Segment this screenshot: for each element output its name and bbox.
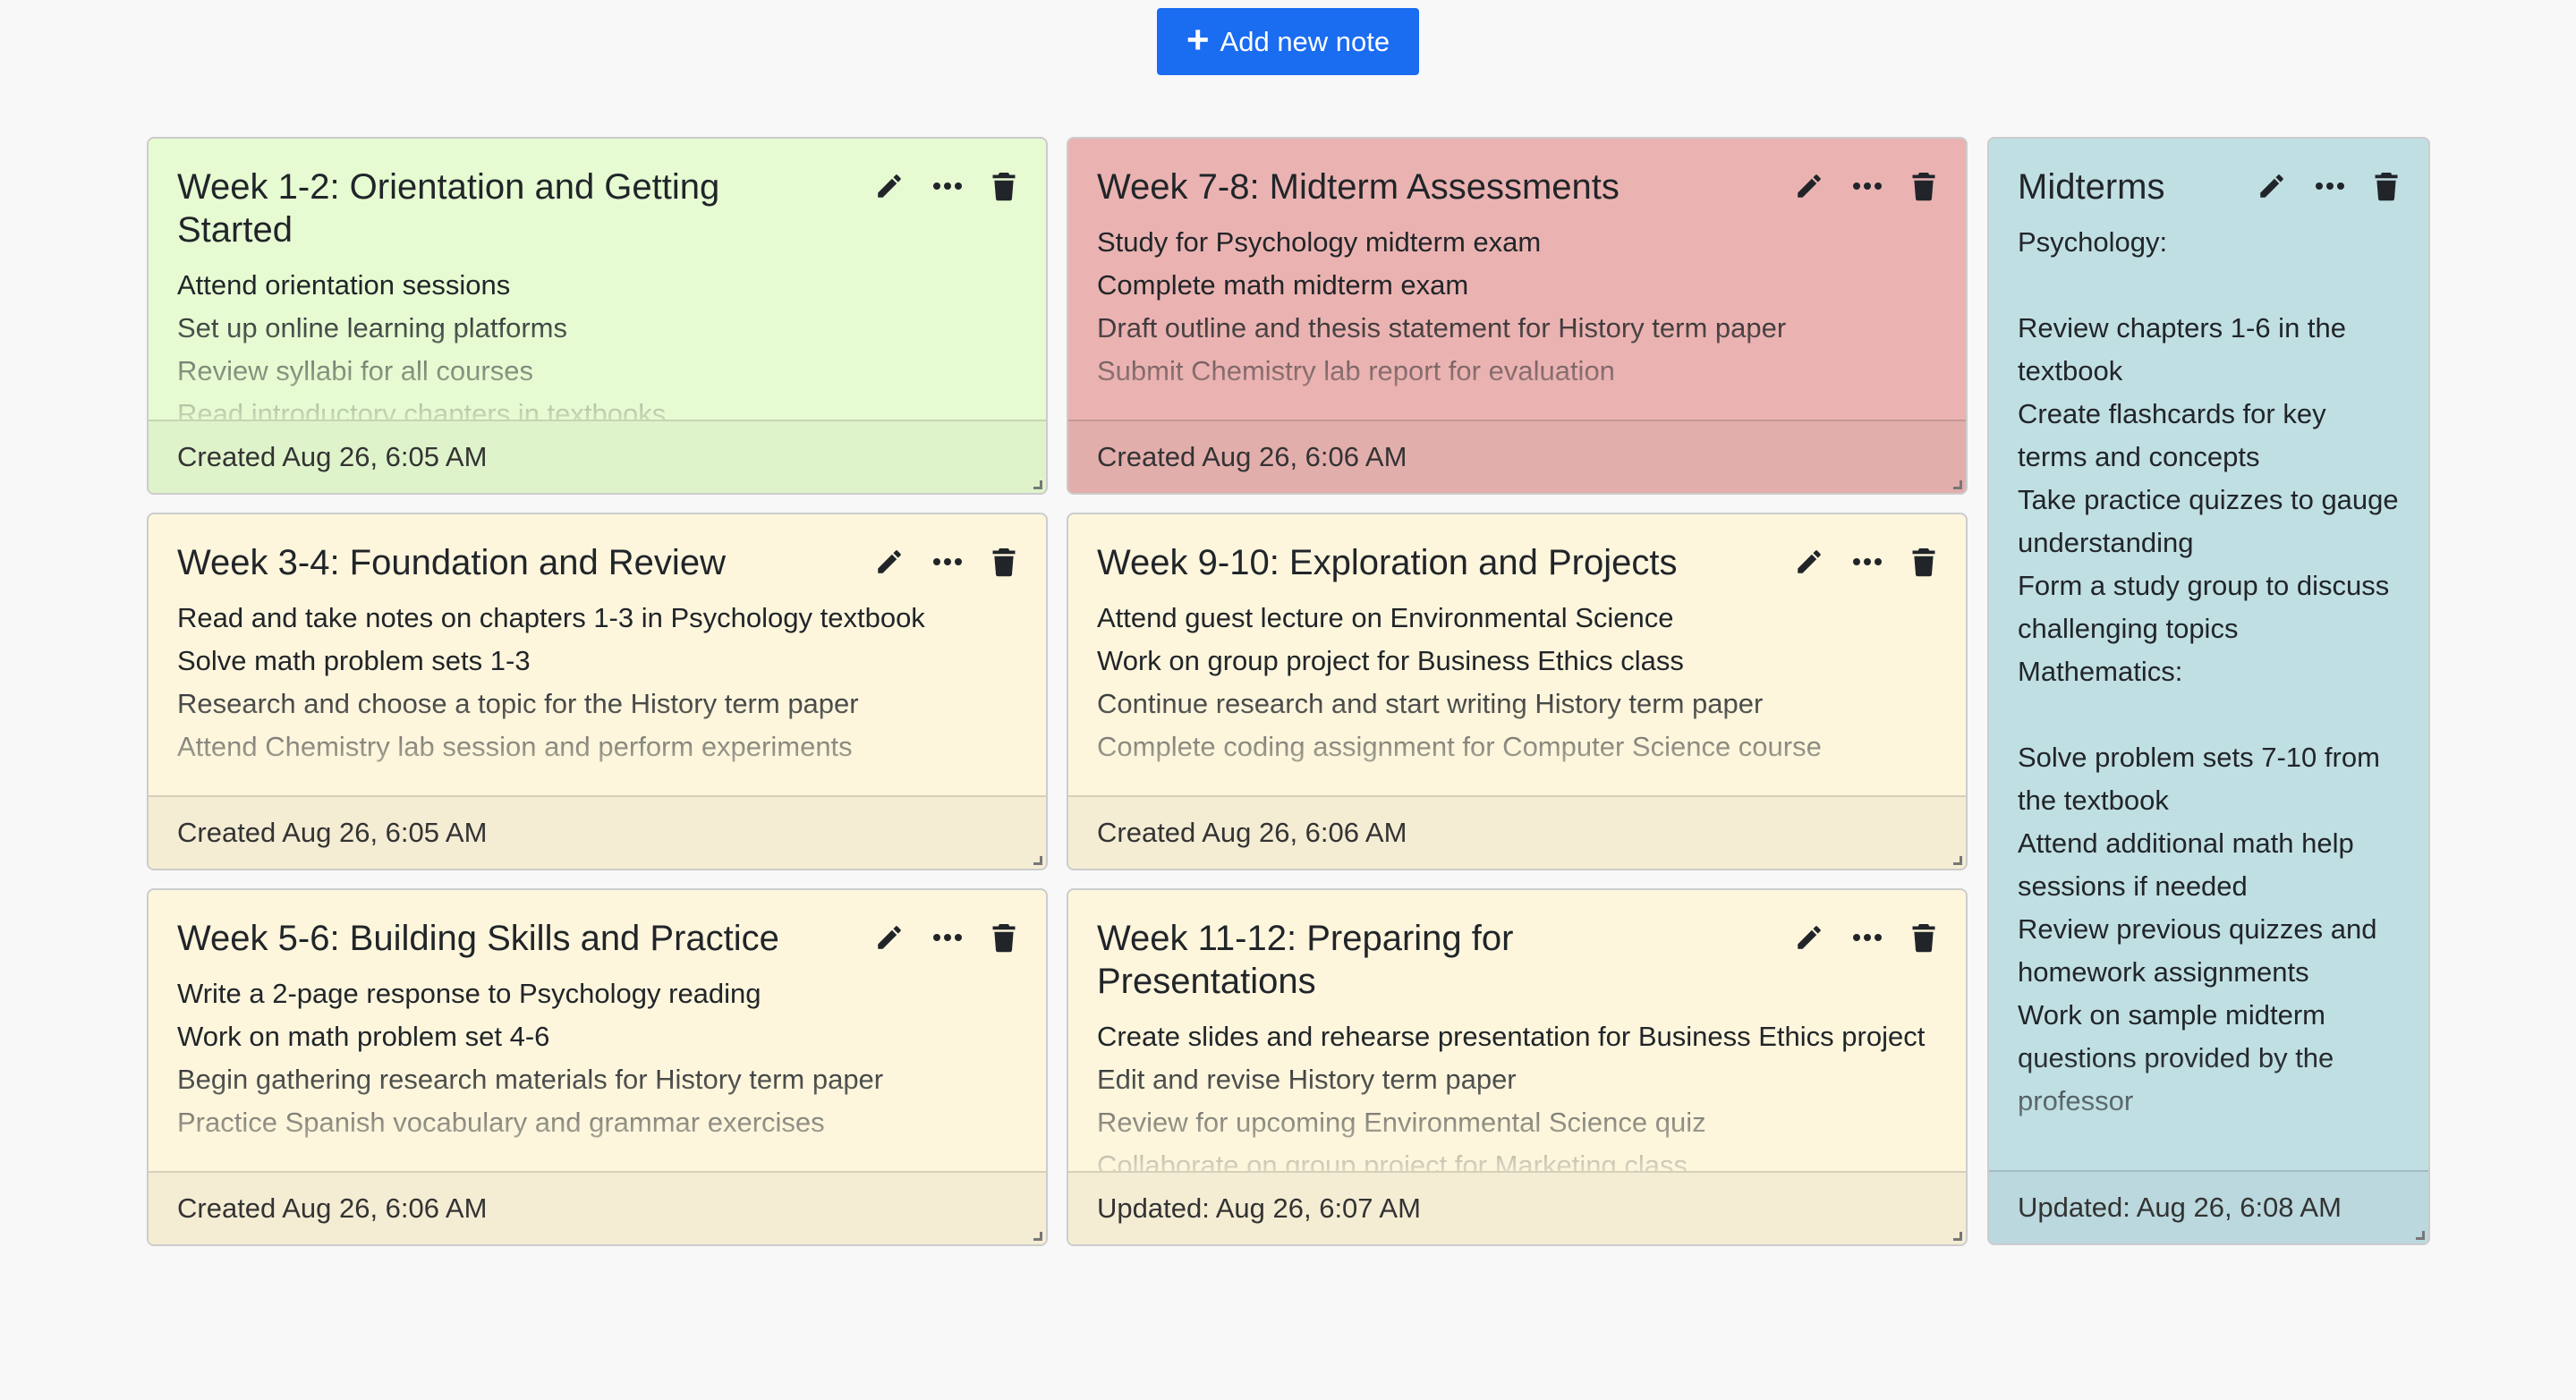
note-title: Week 11-12: Preparing for Presentations [1097, 919, 1514, 1001]
note-header: Week 1-2: Orientation and Getting Starte… [177, 165, 1017, 251]
note-timestamp: Created Aug 26, 6:06 AM [1097, 441, 1407, 472]
note-body: Midterms Psychology: Review chapters 1-6… [1989, 139, 2428, 1174]
delete-trash-icon[interactable] [1910, 547, 1937, 577]
note-body: Week 3-4: Foundation and Review Read and… [149, 514, 1046, 799]
note-content: Study for Psychology midterm exam Comple… [1097, 226, 1787, 386]
note-footer: Created Aug 26, 6:05 AM [149, 420, 1046, 493]
more-options-icon[interactable] [931, 932, 964, 943]
note-card-5[interactable]: Week 9-10: Exploration and Projects Atte… [1067, 513, 1968, 870]
note-body: Week 5-6: Building Skills and Practice W… [149, 890, 1046, 1175]
delete-trash-icon[interactable] [990, 547, 1017, 577]
more-options-icon[interactable] [931, 556, 964, 567]
more-options-icon[interactable] [1851, 932, 1883, 943]
note-toolbar [1794, 917, 1937, 953]
note-card-3[interactable]: Midterms Psychology: Review chapters 1-6… [1987, 137, 2430, 1245]
delete-trash-icon[interactable] [1910, 171, 1937, 201]
note-card-6[interactable]: Week 5-6: Building Skills and Practice W… [147, 888, 1048, 1246]
delete-trash-icon[interactable] [2373, 171, 2400, 201]
note-header: Week 3-4: Foundation and Review [177, 541, 1017, 584]
edit-pencil-icon[interactable] [1794, 922, 1824, 953]
note-toolbar [1794, 541, 1937, 577]
note-header: Midterms [2018, 165, 2400, 208]
more-options-icon[interactable] [1851, 181, 1883, 191]
note-footer: Updated: Aug 26, 6:07 AM [1068, 1171, 1966, 1244]
note-footer: Created Aug 26, 6:06 AM [1068, 795, 1966, 869]
note-footer: Updated: Aug 26, 6:08 AM [1989, 1170, 2428, 1243]
note-content: Attend orientation sessions Set up onlin… [177, 269, 667, 423]
note-card-1[interactable]: Week 1-2: Orientation and Getting Starte… [147, 137, 1048, 495]
note-body: Week 1-2: Orientation and Getting Starte… [149, 139, 1046, 423]
note-header: Week 9-10: Exploration and Projects [1097, 541, 1937, 584]
note-title: Week 9-10: Exploration and Projects [1097, 543, 1678, 582]
more-options-icon[interactable] [2314, 181, 2346, 191]
resize-handle[interactable] [1033, 856, 1042, 865]
note-title: Week 5-6: Building Skills and Practice [177, 919, 779, 958]
note-card-7[interactable]: Week 11-12: Preparing for Presentations … [1067, 888, 1968, 1246]
edit-pencil-icon[interactable] [1794, 547, 1824, 577]
note-header: Week 7-8: Midterm Assessments [1097, 165, 1937, 208]
note-toolbar [874, 165, 1017, 201]
note-timestamp: Created Aug 26, 6:06 AM [177, 1192, 488, 1224]
note-header: Week 5-6: Building Skills and Practice [177, 917, 1017, 960]
edit-pencil-icon[interactable] [1794, 171, 1824, 201]
resize-handle[interactable] [1953, 856, 1962, 865]
delete-trash-icon[interactable] [990, 922, 1017, 953]
note-toolbar [874, 917, 1017, 953]
note-toolbar [874, 541, 1017, 577]
edit-pencil-icon[interactable] [874, 547, 905, 577]
more-options-icon[interactable] [1851, 556, 1883, 567]
note-content: Create slides and rehearse presentation … [1097, 1021, 1926, 1175]
note-content: Read and take notes on chapters 1-3 in P… [177, 602, 925, 762]
note-content: Psychology: Review chapters 1-6 in the t… [2018, 226, 2399, 1116]
note-toolbar [2257, 165, 2400, 201]
note-header: Week 11-12: Preparing for Presentations [1097, 917, 1937, 1003]
add-new-note-label: Add new note [1220, 25, 1390, 57]
note-content: Write a 2-page response to Psychology re… [177, 978, 884, 1138]
resize-handle[interactable] [1033, 1232, 1042, 1241]
edit-pencil-icon[interactable] [874, 171, 905, 201]
delete-trash-icon[interactable] [1910, 922, 1937, 953]
note-body: Week 7-8: Midterm Assessments Study for … [1068, 139, 1966, 423]
edit-pencil-icon[interactable] [874, 922, 905, 953]
note-footer: Created Aug 26, 6:06 AM [149, 1171, 1046, 1244]
resize-handle[interactable] [1033, 480, 1042, 489]
note-footer: Created Aug 26, 6:05 AM [149, 795, 1046, 869]
note-title: Midterms [2018, 167, 2165, 207]
note-card-4[interactable]: Week 3-4: Foundation and Review Read and… [147, 513, 1048, 870]
note-body: Week 9-10: Exploration and Projects Atte… [1068, 514, 1966, 799]
edit-pencil-icon[interactable] [2257, 171, 2287, 201]
delete-trash-icon[interactable] [990, 171, 1017, 201]
resize-handle[interactable] [2416, 1231, 2425, 1240]
note-timestamp: Created Aug 26, 6:05 AM [177, 441, 488, 472]
note-content: Attend guest lecture on Environmental Sc… [1097, 602, 1822, 762]
note-title: Week 1-2: Orientation and Getting Starte… [177, 167, 720, 250]
note-title: Week 3-4: Foundation and Review [177, 543, 726, 582]
note-timestamp: Updated: Aug 26, 6:07 AM [1097, 1192, 1421, 1224]
note-timestamp: Created Aug 26, 6:06 AM [1097, 817, 1407, 848]
note-body: Week 11-12: Preparing for Presentations … [1068, 890, 1966, 1175]
note-toolbar [1794, 165, 1937, 201]
more-options-icon[interactable] [931, 181, 964, 191]
note-timestamp: Updated: Aug 26, 6:08 AM [2018, 1192, 2342, 1223]
resize-handle[interactable] [1953, 480, 1962, 489]
plus-icon: + [1186, 17, 1210, 62]
note-title: Week 7-8: Midterm Assessments [1097, 167, 1620, 207]
note-timestamp: Created Aug 26, 6:05 AM [177, 817, 488, 848]
add-new-note-button[interactable]: + Add new note [1157, 8, 1419, 75]
note-footer: Created Aug 26, 6:06 AM [1068, 420, 1966, 493]
resize-handle[interactable] [1953, 1232, 1962, 1241]
note-card-2[interactable]: Week 7-8: Midterm Assessments Study for … [1067, 137, 1968, 495]
